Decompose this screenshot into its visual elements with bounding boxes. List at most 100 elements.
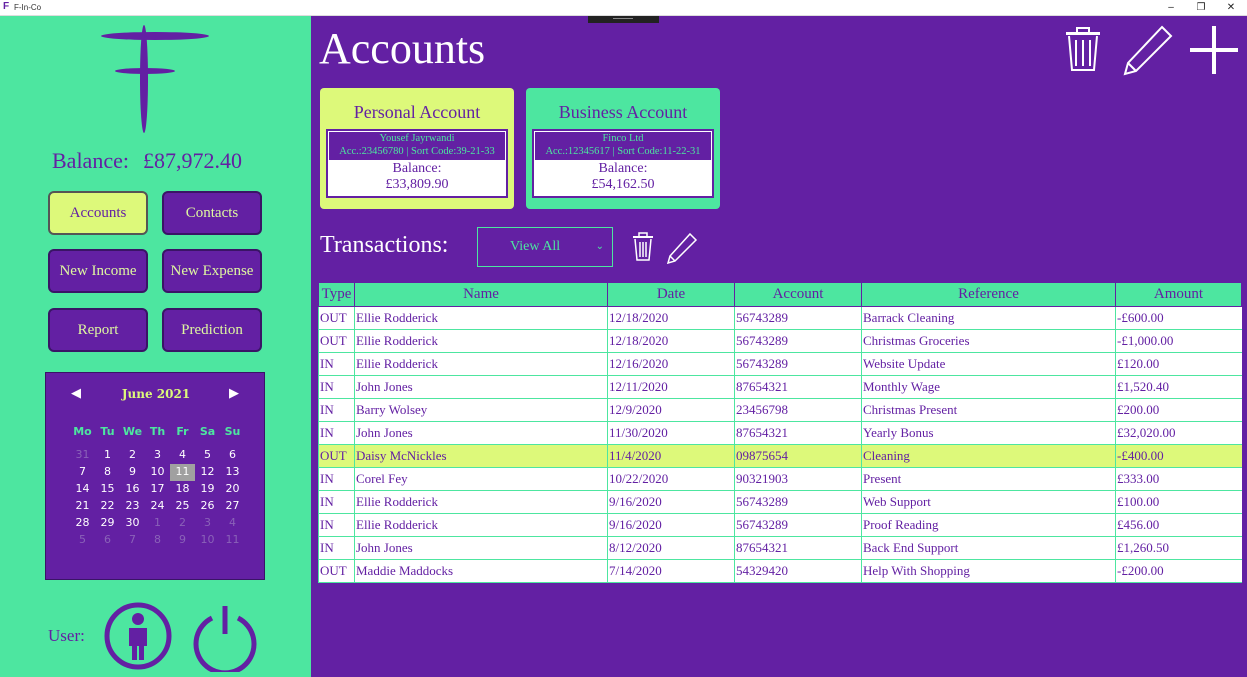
new-income-button[interactable]: New Income [48, 249, 148, 293]
table-cell: -£1,000.00 [1115, 329, 1242, 353]
table-cell: Barrack Cleaning [861, 306, 1116, 330]
column-header[interactable]: Account [734, 282, 862, 307]
calendar-day[interactable]: 24 [145, 498, 170, 515]
calendar-day[interactable]: 30 [120, 515, 145, 532]
pencil-icon[interactable] [1122, 24, 1174, 76]
calendar-day[interactable]: 13 [220, 464, 245, 481]
calendar-day[interactable]: 16 [120, 481, 145, 498]
table-cell: Maddie Maddocks [354, 559, 608, 583]
calendar-next-icon[interactable]: ▶ [229, 385, 239, 403]
calendar-day[interactable]: 1 [145, 515, 170, 532]
calendar-day[interactable]: 11 [170, 464, 195, 481]
edit-transaction-icon[interactable] [666, 232, 698, 264]
table-row[interactable]: OUT Ellie Rodderick 12/18/2020 56743289 Barr… [318, 306, 1242, 330]
calendar-day[interactable]: 31 [70, 447, 95, 464]
restore-button[interactable]: ❐ [1186, 0, 1216, 15]
calendar-day[interactable]: 9 [170, 532, 195, 549]
calendar-day[interactable]: 8 [95, 464, 120, 481]
calendar-day[interactable]: 17 [145, 481, 170, 498]
column-header[interactable]: Amount [1115, 282, 1242, 307]
filter-value: View All [510, 239, 561, 254]
close-button[interactable]: ✕ [1216, 0, 1246, 15]
trash-icon[interactable] [1064, 26, 1102, 72]
calendar-day[interactable]: 22 [95, 498, 120, 515]
user-icon[interactable] [104, 602, 172, 670]
add-icon[interactable] [1190, 26, 1238, 74]
report-button[interactable]: Report [48, 308, 148, 352]
prediction-button[interactable]: Prediction [162, 308, 262, 352]
calendar-day[interactable]: 18 [170, 481, 195, 498]
table-row[interactable]: IN Barry Wolsey 12/9/2020 23456798 Christmas… [318, 398, 1242, 422]
calendar-day[interactable]: 10 [145, 464, 170, 481]
table-row[interactable]: IN Ellie Rodderick 12/16/2020 56743289 Websi… [318, 352, 1242, 376]
calendar-day[interactable]: 6 [220, 447, 245, 464]
table-cell: £32,020.00 [1115, 421, 1242, 445]
calendar-day[interactable]: 12 [195, 464, 220, 481]
calendar-day[interactable]: 9 [120, 464, 145, 481]
column-header[interactable]: Name [354, 282, 608, 307]
accounts-button[interactable]: Accounts [48, 191, 148, 235]
calendar-day[interactable]: 6 [95, 532, 120, 549]
drag-handle[interactable] [588, 16, 659, 23]
table-cell: -£600.00 [1115, 306, 1242, 330]
table-row[interactable]: OUT Maddie Maddocks 7/14/2020 54329420 Help … [318, 559, 1242, 583]
calendar-day[interactable]: 1 [95, 447, 120, 464]
contacts-button[interactable]: Contacts [162, 191, 262, 235]
calendar-day[interactable]: 26 [195, 498, 220, 515]
calendar-day[interactable]: 2 [120, 447, 145, 464]
calendar-day[interactable]: 3 [145, 447, 170, 464]
calendar-day[interactable]: 5 [70, 532, 95, 549]
calendar-day[interactable]: 20 [220, 481, 245, 498]
table-cell: John Jones [354, 421, 608, 445]
table-row[interactable]: IN John Jones 8/12/2020 87654321 Back End Su… [318, 536, 1242, 560]
calendar-day[interactable]: 21 [70, 498, 95, 515]
calendar-day[interactable]: 27 [220, 498, 245, 515]
table-row[interactable]: OUT Daisy McNickles 11/4/2020 09875654 Clean… [318, 444, 1242, 468]
calendar-day[interactable]: 28 [70, 515, 95, 532]
calendar-day[interactable]: 10 [195, 532, 220, 549]
calendar-day[interactable]: 3 [195, 515, 220, 532]
calendar-day[interactable]: 29 [95, 515, 120, 532]
table-cell: Web Support [861, 490, 1116, 514]
table-row[interactable]: IN Corel Fey 10/22/2020 90321903 Present £333… [318, 467, 1242, 491]
table-cell: Cleaning [861, 444, 1116, 468]
table-cell: 11/30/2020 [607, 421, 735, 445]
transaction-filter-select[interactable]: View All ⌄ [477, 227, 613, 267]
calendar-day[interactable]: 4 [220, 515, 245, 532]
table-cell: Corel Fey [354, 467, 608, 491]
business-account-card[interactable]: Business Account Finco Ltd Acc.:12345617… [526, 88, 720, 209]
table-cell: £456.00 [1115, 513, 1242, 537]
table-row[interactable]: IN Ellie Rodderick 9/16/2020 56743289 Proof … [318, 513, 1242, 537]
table-cell: £1,520.40 [1115, 375, 1242, 399]
table-row[interactable]: IN Ellie Rodderick 9/16/2020 56743289 Web Su… [318, 490, 1242, 514]
calendar-day[interactable]: 7 [70, 464, 95, 481]
calendar-day[interactable]: 15 [95, 481, 120, 498]
calendar-day[interactable]: 7 [120, 532, 145, 549]
table-cell: 8/12/2020 [607, 536, 735, 560]
minimize-button[interactable]: – [1156, 0, 1186, 15]
calendar-day[interactable]: 19 [195, 481, 220, 498]
table-row[interactable]: IN John Jones 12/11/2020 87654321 Monthly Wa… [318, 375, 1242, 399]
calendar-day[interactable]: 2 [170, 515, 195, 532]
column-header[interactable]: Type [318, 282, 355, 307]
table-cell: Monthly Wage [861, 375, 1116, 399]
table-cell: Christmas Present [861, 398, 1116, 422]
delete-transaction-icon[interactable] [632, 232, 654, 262]
table-row[interactable]: IN John Jones 11/30/2020 87654321 Yearly Bon… [318, 421, 1242, 445]
calendar-day[interactable]: 8 [145, 532, 170, 549]
calendar-day[interactable]: 11 [220, 532, 245, 549]
calendar-day[interactable]: 4 [170, 447, 195, 464]
calendar-day[interactable]: 14 [70, 481, 95, 498]
power-icon[interactable] [190, 602, 260, 672]
account-balance-label: Balance: [598, 161, 648, 176]
table-cell: -£400.00 [1115, 444, 1242, 468]
calendar-day[interactable]: 23 [120, 498, 145, 515]
table-row[interactable]: OUT Ellie Rodderick 12/18/2020 56743289 Chri… [318, 329, 1242, 353]
personal-account-card[interactable]: Personal Account Yousef Jayrwandi Acc.:2… [320, 88, 514, 209]
calendar-day[interactable]: 5 [195, 447, 220, 464]
column-header[interactable]: Reference [861, 282, 1116, 307]
weekday-label: Fr [176, 425, 189, 438]
calendar-day[interactable]: 25 [170, 498, 195, 515]
column-header[interactable]: Date [607, 282, 735, 307]
new-expense-button[interactable]: New Expense [162, 249, 262, 293]
